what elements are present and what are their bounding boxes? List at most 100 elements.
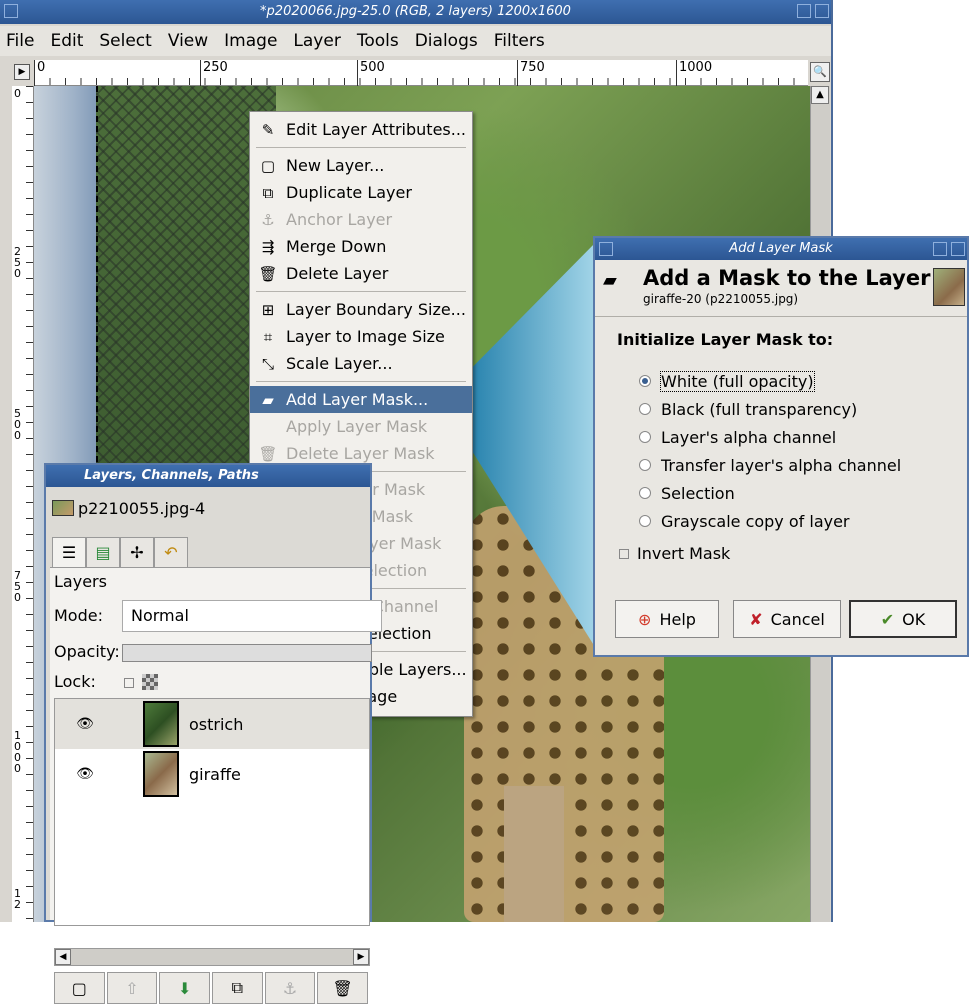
image-window-titlebar[interactable]: *p2020066.jpg-25.0 (RGB, 2 layers) 1200x… xyxy=(0,0,831,24)
window-menu-icon[interactable] xyxy=(4,4,18,18)
dialog-heading: Add a Mask to the Layer xyxy=(643,266,931,290)
menu-separator xyxy=(256,147,466,148)
layer-row[interactable]: 👁 giraffe xyxy=(55,749,369,799)
menu-item-label: Delete Layer Mask xyxy=(286,444,435,463)
invert-mask-label: Invert Mask xyxy=(637,544,731,563)
new-layer-icon: ▢ xyxy=(260,156,276,175)
mask-option-label: Grayscale copy of layer xyxy=(661,511,850,531)
menu-select[interactable]: Select xyxy=(99,31,151,51)
layer-preview-thumbnail xyxy=(933,268,965,306)
menu-layer[interactable]: Layer xyxy=(293,31,340,51)
maximize-icon[interactable] xyxy=(933,242,947,256)
mask-option-radio[interactable]: Selection xyxy=(639,480,735,506)
merge-down-icon: ⇶ xyxy=(261,237,275,256)
scale-icon: ⤡ xyxy=(261,354,274,373)
menu-view[interactable]: View xyxy=(168,31,208,51)
menu-item[interactable]: ▢ New Layer... xyxy=(250,152,472,179)
eye-icon[interactable]: 👁 xyxy=(55,716,115,732)
tab-undo-icon[interactable]: ↶ xyxy=(154,537,188,567)
layers-dock-titlebar[interactable]: Layers, Channels, Paths xyxy=(46,465,370,487)
lock-label: Lock: xyxy=(54,672,96,691)
menu-item-label: Scale Layer... xyxy=(286,354,393,373)
menu-item-label: Layer to Image Size xyxy=(286,327,445,346)
mask-option-radio[interactable]: Grayscale copy of layer xyxy=(639,508,850,534)
quick-mask-icon[interactable]: ▶ xyxy=(14,64,30,80)
layer-mask-icon: ▰ xyxy=(603,270,617,291)
opacity-slider[interactable] xyxy=(122,644,372,662)
menu-dialogs[interactable]: Dialogs xyxy=(415,31,478,51)
mask-option-radio[interactable]: Layer's alpha channel xyxy=(639,424,836,450)
tab-paths-icon[interactable]: ✢ xyxy=(120,537,154,567)
menu-separator xyxy=(256,381,466,382)
radio-icon xyxy=(639,487,651,499)
mask-option-radio[interactable]: White (full opacity) xyxy=(639,368,815,394)
menu-item[interactable]: ⌗ Layer to Image Size xyxy=(250,323,472,350)
new-layer-button[interactable]: ▢ xyxy=(54,972,105,1004)
scroll-right-icon[interactable]: ▶ xyxy=(353,949,369,965)
to-image-size-icon: ⌗ xyxy=(263,327,273,346)
menu-item-label: New Layer... xyxy=(286,156,385,175)
mask-option-label: Transfer layer's alpha channel xyxy=(661,455,902,475)
lifebuoy-icon: ⊕ xyxy=(638,609,652,629)
raise-layer-button[interactable]: ⇧ xyxy=(106,972,158,1004)
anchor-icon: ⚓ xyxy=(261,210,275,229)
menu-edit[interactable]: Edit xyxy=(50,31,83,51)
ok-button[interactable]: ✔ OK xyxy=(849,600,957,638)
mask-option-radio[interactable]: Transfer layer's alpha channel xyxy=(639,452,901,478)
eye-icon[interactable]: 👁 xyxy=(55,766,115,782)
layer-list: 👁 ostrich 👁 giraffe xyxy=(54,698,370,926)
lower-layer-button[interactable]: ⬇ xyxy=(159,972,211,1004)
layer-thumbnail xyxy=(143,751,179,797)
menu-tools[interactable]: Tools xyxy=(357,31,399,51)
anchor-layer-button[interactable]: ⚓ xyxy=(264,972,316,1004)
help-button[interactable]: ⊕ Help xyxy=(615,600,719,638)
layer-row[interactable]: 👁 ostrich xyxy=(55,699,369,749)
menu-item-label: Anchor Layer xyxy=(286,210,393,229)
close-icon[interactable] xyxy=(951,242,965,256)
mask-option-radio[interactable]: Black (full transparency) xyxy=(639,396,857,422)
layer-name[interactable]: giraffe xyxy=(189,765,241,784)
init-label: Initialize Layer Mask to: xyxy=(617,330,834,349)
radio-icon xyxy=(639,459,651,471)
menu-filters[interactable]: Filters xyxy=(494,31,545,51)
menu-item-label: Duplicate Layer xyxy=(286,183,412,202)
ok-label: OK xyxy=(902,609,926,629)
duplicate-layer-button[interactable]: ⧉ xyxy=(212,972,263,1004)
menu-item[interactable]: ⚓ Anchor Layer xyxy=(250,206,472,233)
horizontal-scrollbar[interactable]: ◀ ▶ xyxy=(54,948,370,966)
menu-item-label: Edit Layer Attributes... xyxy=(286,120,467,139)
cancel-button[interactable]: ✘ Cancel xyxy=(733,600,841,638)
vertical-ruler[interactable]: 0 250 500 750 1000 12 xyxy=(12,86,34,922)
invert-mask-checkbox[interactable]: Invert Mask xyxy=(619,544,730,563)
delete-layer-button[interactable]: 🗑 xyxy=(317,972,369,1004)
maximize-icon[interactable] xyxy=(797,4,811,18)
tab-layers-icon[interactable]: ☰ xyxy=(52,537,86,567)
horizontal-ruler[interactable]: 0 250 500 750 1000 xyxy=(34,60,808,86)
menu-file[interactable]: File xyxy=(6,31,34,51)
mode-select[interactable]: Normal xyxy=(122,600,382,632)
duplicate-icon: ⧉ xyxy=(262,183,274,202)
menu-item[interactable]: ✎ Edit Layer Attributes... xyxy=(250,116,472,143)
menu-item[interactable]: ⧉ Duplicate Layer xyxy=(250,179,472,206)
menu-item[interactable]: ▰ Add Layer Mask... xyxy=(250,386,472,413)
lock-checkbox[interactable] xyxy=(124,678,134,688)
menu-item[interactable]: 🗑 Delete Layer xyxy=(250,260,472,287)
menu-item[interactable]: ⤡ Scale Layer... xyxy=(250,350,472,377)
image-window-title: *p2020066.jpg-25.0 (RGB, 2 layers) 1200x… xyxy=(260,4,571,19)
close-icon[interactable] xyxy=(815,4,829,18)
zoom-icon[interactable]: 🔍 xyxy=(810,62,830,82)
window-menu-icon[interactable] xyxy=(599,242,613,256)
layer-name[interactable]: ostrich xyxy=(189,715,243,734)
scroll-left-icon[interactable]: ◀ xyxy=(55,949,71,965)
scroll-up-icon[interactable]: ▲ xyxy=(811,86,829,104)
menu-item[interactable]: ⊞ Layer Boundary Size... xyxy=(250,296,472,323)
menu-image[interactable]: Image xyxy=(224,31,277,51)
ruler-label: 750 xyxy=(517,60,545,86)
tab-channels-icon[interactable]: ▤ xyxy=(86,537,120,567)
menu-item[interactable]: ⇶ Merge Down xyxy=(250,233,472,260)
help-label: Help xyxy=(659,609,696,629)
menu-item[interactable]: Apply Layer Mask xyxy=(250,413,472,440)
image-selector[interactable]: p2210055.jpg-4 xyxy=(52,495,205,521)
ruler-label: 1000 xyxy=(676,60,712,86)
dialog-titlebar[interactable]: Add Layer Mask xyxy=(595,238,967,260)
